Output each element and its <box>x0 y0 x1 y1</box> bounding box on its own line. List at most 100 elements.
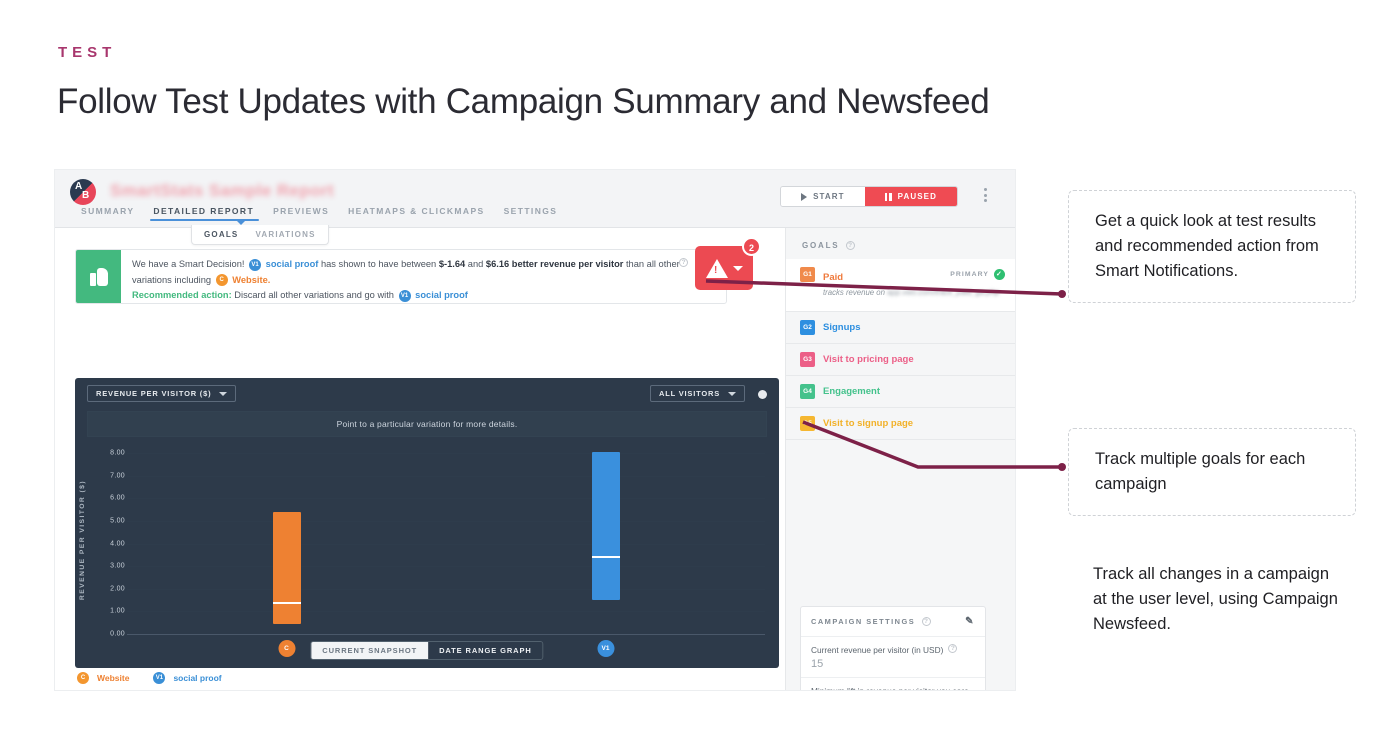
chart-hint: Point to a particular variation for more… <box>87 411 767 437</box>
tab-heatmaps-clickmaps[interactable]: HEATMAPS & CLICKMAPS <box>348 206 503 221</box>
subtab-variations[interactable]: VARIATIONS <box>255 230 315 239</box>
goal-name: Paid <box>823 272 844 283</box>
tab-previews[interactable]: PREVIEWS <box>273 206 348 221</box>
goal-subtitle-url: app.vwo.com/track_paid_ga.php <box>887 288 1000 297</box>
callout-multiple-goals: Track multiple goals for each campaign <box>1068 428 1356 516</box>
info-icon[interactable]: ? <box>948 644 958 653</box>
toggle-date-range-graph[interactable]: DATE RANGE GRAPH <box>428 642 543 659</box>
report-title: SmartStats Sample Report <box>110 181 335 200</box>
main-nav-tabs: SUMMARY DETAILED REPORT PREVIEWS HEATMAP… <box>81 206 576 221</box>
rec-variation-link[interactable]: social proof <box>415 290 468 300</box>
goal-item-paid[interactable]: G1 Paid tracks revenue on app.vwo.com/tr… <box>786 259 1015 312</box>
toggle-current-snapshot[interactable]: CURRENT SNAPSHOT <box>311 642 429 659</box>
app-body: We have a Smart Decision! V1 social proo… <box>55 228 1015 690</box>
y-tick-label: 5.00 <box>110 517 125 525</box>
setting-label-text: Minimum lift in revenue per visitor you … <box>811 685 975 690</box>
value-high: $6.16 <box>485 259 510 269</box>
goal-item-signups[interactable]: G2 Signups <box>786 312 1015 344</box>
recommended-text: Discard all other variations and go with <box>234 290 394 300</box>
legend-item-control: C Website <box>75 672 129 684</box>
x-axis-chip-c[interactable]: C <box>278 640 295 657</box>
chart-bar-v1[interactable] <box>591 451 620 601</box>
chart-bar-c[interactable] <box>272 511 301 624</box>
warning-triangle-icon <box>705 258 728 278</box>
control-link[interactable]: Website. <box>232 275 270 285</box>
goal-item-engagement[interactable]: G4 Engagement <box>786 376 1015 408</box>
variation-link[interactable]: social proof <box>266 259 319 269</box>
chart-card: REVENUE PER VISITOR ($) ALL VISITORS Poi… <box>75 378 779 668</box>
rec-variation-badge: V1 <box>398 289 411 302</box>
median-marker <box>272 602 301 605</box>
goals-header: GOALS ? <box>786 228 1015 259</box>
goal-name: Engagement <box>823 386 881 397</box>
alert-count-badge: 2 <box>742 237 761 256</box>
ab-logo-icon: A B <box>70 179 96 205</box>
goal-number: G5 <box>800 416 815 431</box>
y-tick-label: 2.00 <box>110 585 125 593</box>
callout-smart-notifications: Get a quick look at test results and rec… <box>1068 190 1356 303</box>
metric-select[interactable]: REVENUE PER VISITOR ($) <box>87 385 237 402</box>
legend-badge-c: C <box>77 672 89 684</box>
goal-item-visit-signup[interactable]: G5 Visit to signup page <box>786 408 1015 440</box>
pause-icon <box>884 192 892 201</box>
chevron-down-icon <box>732 265 743 271</box>
subtab-goals[interactable]: GOALS <box>204 230 238 239</box>
segment-select-value: ALL VISITORS <box>659 389 720 398</box>
plot-area <box>127 444 765 635</box>
connector-knob-2 <box>1058 463 1066 471</box>
segment-select[interactable]: ALL VISITORS <box>650 385 745 402</box>
notification-text: We have a Smart Decision! V1 social proo… <box>121 250 726 303</box>
app-topbar: A B SmartStats Sample Report SUMMARY DET… <box>55 170 1015 245</box>
chart-info-icon[interactable] <box>758 390 767 399</box>
gridline <box>127 611 765 613</box>
start-button[interactable]: START <box>781 187 865 206</box>
run-controls: START PAUSED <box>780 186 958 207</box>
page-title: Follow Test Updates with Campaign Summar… <box>57 82 990 121</box>
goal-name: Signups <box>823 322 861 333</box>
info-icon[interactable]: ? <box>679 258 689 267</box>
setting-label-text: Current revenue per visitor (in USD) <box>811 645 944 655</box>
metric-name: better revenue per visitor <box>511 259 624 269</box>
setting-value: 15 <box>811 658 824 670</box>
setting-label: Current revenue per visitor (in USD) ? <box>811 644 975 656</box>
tab-summary[interactable]: SUMMARY <box>81 206 153 221</box>
tab-detailed-report[interactable]: DETAILED REPORT <box>150 206 273 221</box>
chart-toolbar: REVENUE PER VISITOR ($) ALL VISITORS <box>75 378 779 408</box>
notif-mid-1: has shown to have between <box>320 259 437 269</box>
gridline <box>127 566 765 568</box>
goals-header-label: GOALS <box>802 241 840 250</box>
gridline <box>127 520 765 522</box>
gridline <box>127 543 765 545</box>
notif-and: and <box>467 259 484 269</box>
value-low: $-1.64 <box>438 259 466 269</box>
tab-settings[interactable]: SETTINGS <box>504 206 577 221</box>
campaign-settings-card: CAMPAIGN SETTINGS ? ✎ Current revenue pe… <box>800 606 986 690</box>
slide-eyebrow: TEST <box>58 44 117 61</box>
y-tick-label: 0.00 <box>110 630 125 638</box>
x-axis-chip-v1[interactable]: V1 <box>597 640 614 657</box>
info-icon[interactable]: ? <box>922 617 932 626</box>
paused-button[interactable]: PAUSED <box>864 187 957 206</box>
y-axis-label: REVENUE PER VISITOR ($) <box>79 480 86 601</box>
goal-subtitle: tracks revenue on app.vwo.com/track_paid… <box>823 287 999 298</box>
y-tick-label: 8.00 <box>110 449 125 457</box>
more-options-icon[interactable] <box>984 188 987 202</box>
y-tick-label: 4.00 <box>110 540 125 548</box>
metric-select-value: REVENUE PER VISITOR ($) <box>96 389 212 398</box>
y-tick-label: 6.00 <box>110 494 125 502</box>
pencil-icon[interactable]: ✎ <box>965 616 975 627</box>
info-icon[interactable]: ? <box>846 241 856 250</box>
campaign-settings-header: CAMPAIGN SETTINGS ? ✎ <box>801 607 985 637</box>
goal-item-visit-pricing[interactable]: G3 Visit to pricing page <box>786 344 1015 376</box>
control-badge: C <box>215 274 228 287</box>
chevron-down-icon <box>219 391 228 396</box>
sub-nav-tabs: GOALS VARIATIONS <box>191 220 329 245</box>
main-column: We have a Smart Decision! V1 social proo… <box>55 228 785 690</box>
gridline <box>127 475 765 477</box>
paused-label: PAUSED <box>897 192 937 201</box>
play-icon <box>801 192 808 201</box>
setting-row-min-lift: Minimum lift in revenue per visitor you … <box>801 678 985 690</box>
campaign-settings-title: CAMPAIGN SETTINGS <box>811 617 916 626</box>
connector-knob-1 <box>1058 290 1066 298</box>
alert-button[interactable]: 2 <box>695 237 761 290</box>
